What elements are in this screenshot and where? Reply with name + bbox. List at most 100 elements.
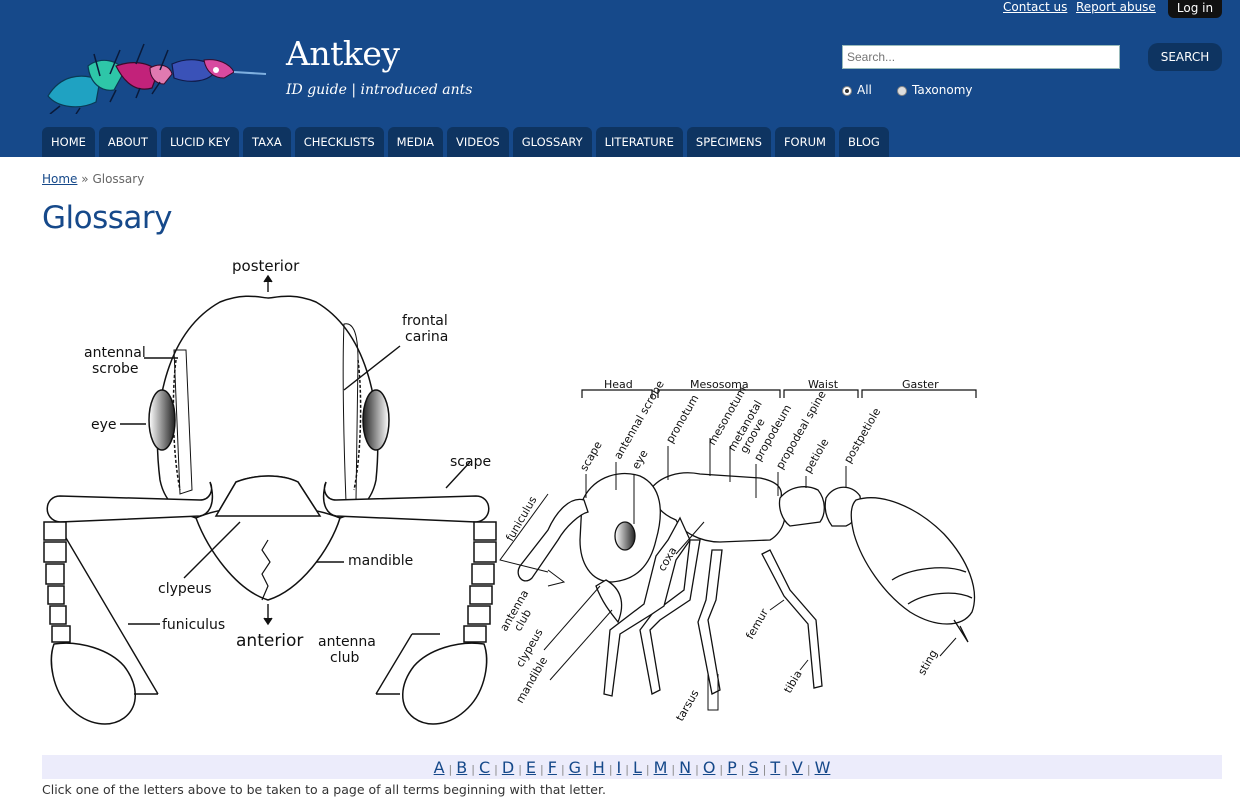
main-nav: HOME ABOUT LUCID KEY TAXA CHECKLISTS MED… — [42, 127, 893, 157]
breadcrumb-separator: » — [81, 172, 89, 186]
body-section-brackets — [581, 389, 977, 398]
section-gaster: Gaster — [902, 378, 939, 391]
search-option-taxonomy[interactable]: Taxonomy — [897, 83, 973, 97]
label-posterior: posterior — [232, 257, 300, 275]
radio-unselected-icon[interactable] — [897, 85, 907, 96]
label-carina: carina — [405, 329, 448, 345]
nav-tab-home[interactable]: HOME — [42, 127, 95, 157]
alphabet-letter-o[interactable]: O — [703, 758, 716, 777]
label-scape: scape — [450, 454, 491, 470]
alphabet-letter-g[interactable]: G — [569, 758, 581, 777]
alphabet-instruction: Click one of the letters above to be tak… — [42, 782, 606, 797]
alphabet-letter-f[interactable]: F — [548, 758, 557, 777]
label-antennal: antennal — [84, 345, 146, 361]
label-frontal: frontal — [402, 313, 448, 329]
alphabet-separator: | — [625, 763, 629, 776]
nav-tab-lucid-key[interactable]: LUCID KEY — [160, 127, 239, 157]
search-option-all[interactable]: All — [842, 83, 872, 97]
search-button[interactable]: SEARCH — [1148, 43, 1222, 71]
alphabet-letter-v[interactable]: V — [792, 758, 803, 777]
search-input[interactable] — [842, 45, 1120, 69]
alphabet-letter-e[interactable]: E — [526, 758, 536, 777]
label-femur: femur — [743, 606, 771, 641]
alphabet-separator: | — [671, 763, 676, 776]
label-body-funiculus: funiculus — [503, 494, 539, 544]
alphabet-separator: | — [518, 763, 522, 776]
alphabet-separator: | — [494, 763, 498, 776]
alphabet-separator: | — [540, 763, 544, 776]
label-body-eye: eye — [629, 447, 650, 471]
alphabet-letter-h[interactable]: H — [593, 758, 605, 777]
alphabet-separator: | — [695, 763, 699, 776]
label-antenna: antenna — [318, 634, 376, 650]
alphabet-separator: | — [645, 763, 650, 776]
nav-tab-checklists[interactable]: CHECKLISTS — [294, 127, 384, 157]
label-scrobe: scrobe — [92, 361, 139, 377]
breadcrumb-home-link[interactable]: Home — [42, 172, 77, 186]
label-funiculus: funiculus — [162, 617, 225, 633]
nav-tab-taxa[interactable]: TAXA — [242, 127, 291, 157]
search-option-label: Taxonomy — [912, 83, 973, 97]
radio-selected-icon[interactable] — [842, 85, 852, 96]
nav-tab-media[interactable]: MEDIA — [387, 127, 443, 157]
breadcrumb: Home » Glossary — [42, 172, 144, 186]
ant-body-lateral-view — [517, 472, 976, 697]
alphabet-separator: | — [585, 763, 589, 776]
search-option-label: All — [857, 83, 872, 97]
alphabet-letter-m[interactable]: M — [654, 758, 668, 777]
head-eye-left — [148, 389, 176, 451]
alphabet-letter-s[interactable]: S — [749, 758, 759, 777]
label-petiole: petiole — [801, 436, 831, 475]
nav-tab-about[interactable]: ABOUT — [98, 127, 157, 157]
label-club: club — [330, 650, 359, 666]
site-header: Antkey ID guide | introduced ants Contac… — [0, 0, 1240, 157]
label-body-scape: scape — [577, 439, 605, 474]
nav-tab-literature[interactable]: LITERATURE — [595, 127, 683, 157]
section-head: Head — [604, 378, 633, 391]
label-clypeus: clypeus — [158, 581, 212, 597]
alphabet-separator: | — [740, 763, 745, 776]
breadcrumb-current: Glossary — [92, 172, 145, 186]
head-eye-right — [362, 389, 390, 451]
site-slogan: ID guide | introduced ants — [286, 82, 473, 98]
ant-morphology-diagram: posterior frontal carina antennal scrobe… — [43, 257, 977, 725]
page-title: Glossary — [42, 200, 173, 236]
label-eye: eye — [91, 417, 117, 433]
alphabet-letter-w[interactable]: W — [815, 758, 831, 777]
report-abuse-link[interactable]: Report abuse — [1076, 0, 1156, 14]
alphabet-separator: | — [560, 763, 565, 776]
login-button[interactable]: Log in — [1168, 0, 1222, 18]
nav-tab-videos[interactable]: VIDEOS — [446, 127, 509, 157]
alphabet-separator: | — [806, 763, 811, 776]
alphabet-letter-d[interactable]: D — [502, 758, 514, 777]
alphabet-letter-n[interactable]: N — [679, 758, 691, 777]
nav-tab-blog[interactable]: BLOG — [838, 127, 889, 157]
alphabet-letter-b[interactable]: B — [456, 758, 467, 777]
alphabet-separator: | — [448, 763, 453, 776]
alphabet-separator: | — [471, 763, 475, 776]
label-pronotum: pronotum — [663, 392, 701, 445]
label-sting: sting — [915, 648, 940, 678]
label-postpetiole: postpetiole — [841, 406, 883, 466]
label-mandible: mandible — [348, 553, 413, 569]
contact-us-link[interactable]: Contact us — [1003, 0, 1067, 14]
alphabet-separator: | — [784, 763, 788, 776]
section-waist: Waist — [808, 378, 839, 391]
site-name[interactable]: Antkey — [286, 34, 400, 73]
label-anterior: anterior — [236, 631, 303, 651]
alphabet-letter-c[interactable]: C — [479, 758, 490, 777]
label-tarsus: tarsus — [673, 687, 701, 723]
alphabet-letter-l[interactable]: L — [633, 758, 642, 777]
alphabet-separator: | — [762, 763, 767, 776]
nav-tab-specimens[interactable]: SPECIMENS — [686, 127, 771, 157]
alphabet-letter-p[interactable]: P — [727, 758, 737, 777]
alphabet-separator: | — [719, 763, 724, 776]
alphabet-index: A | B | C | D | E | F | G | H | I | L | M | N | O | P | S | T | V | W — [42, 755, 1222, 779]
alphabet-letter-i[interactable]: I — [617, 758, 622, 777]
ant-head-frontal-view — [156, 295, 379, 601]
antkey-logo[interactable] — [40, 36, 268, 114]
nav-tab-glossary[interactable]: GLOSSARY — [512, 127, 592, 157]
alphabet-letter-a[interactable]: A — [434, 758, 445, 777]
alphabet-letter-t[interactable]: T — [770, 758, 780, 777]
nav-tab-forum[interactable]: FORUM — [774, 127, 835, 157]
